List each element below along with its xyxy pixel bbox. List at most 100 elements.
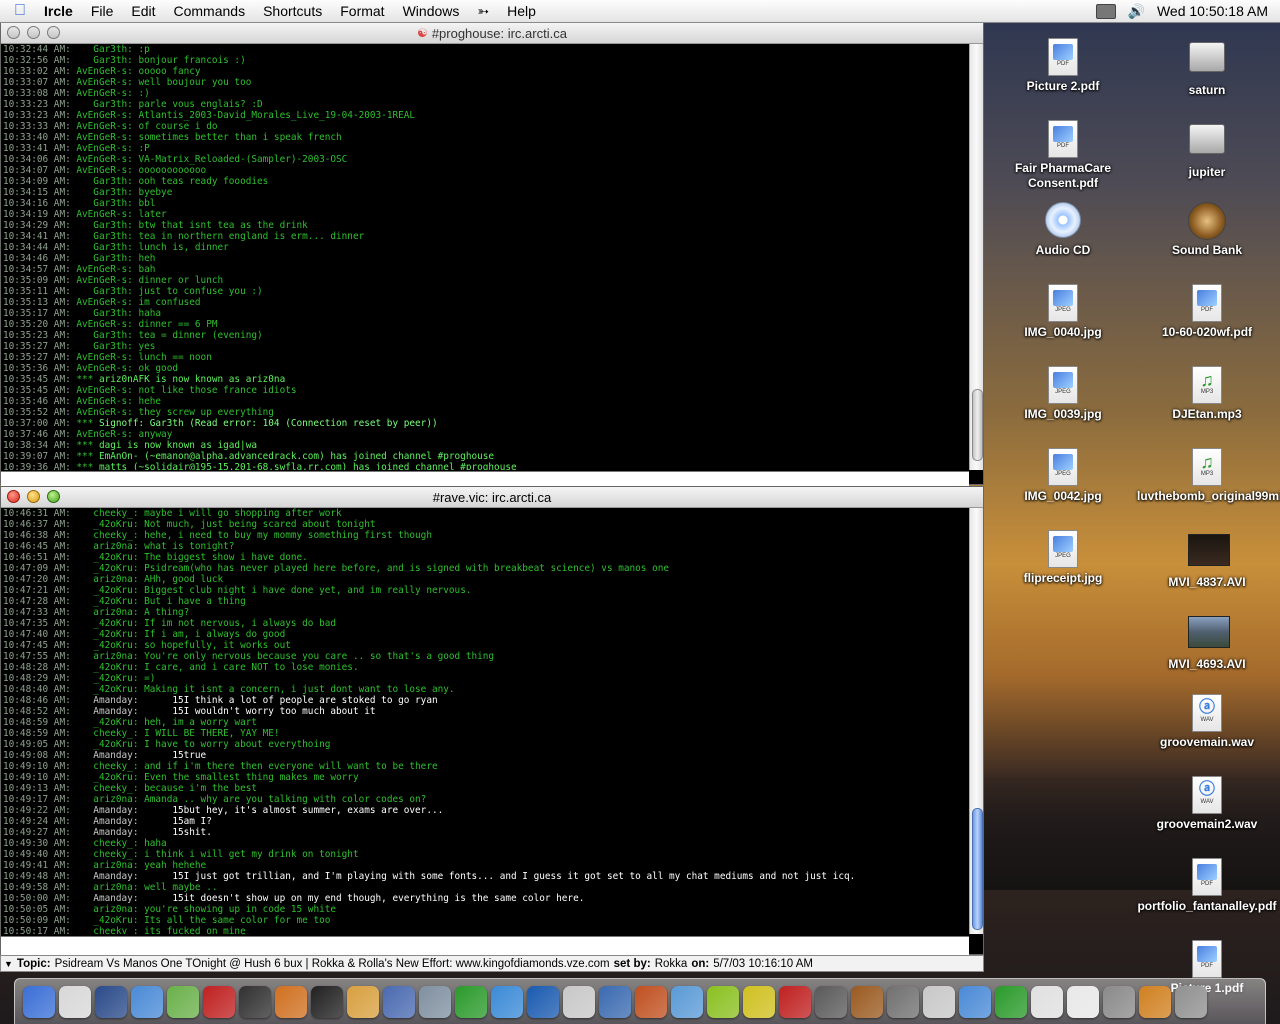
chat-nick[interactable]: ***	[76, 374, 93, 385]
desktop-icon-groovemain-wav[interactable]: ⓐ WAV groovemain.wav	[1137, 694, 1277, 750]
chat-nick[interactable]: _42oKru:	[76, 563, 138, 574]
minimize-button[interactable]	[27, 26, 40, 39]
desktop-icon-mvi-4693-avi[interactable]: MVI_4693.AVI	[1137, 612, 1277, 672]
message-input[interactable]	[1, 471, 969, 486]
chat-nick[interactable]: AvEnGeR-s:	[76, 165, 132, 176]
dock-app-icon[interactable]	[167, 985, 199, 1018]
chat-nick[interactable]: cheeky_:	[76, 508, 138, 519]
menu-format[interactable]: Format	[331, 3, 393, 19]
chat-nick[interactable]: AvEnGeR-s:	[76, 154, 132, 165]
chat-nick[interactable]: cheeky_:	[76, 783, 138, 794]
dock-app-icon[interactable]	[131, 985, 163, 1018]
close-button[interactable]	[7, 26, 20, 39]
dock-app-icon[interactable]	[203, 985, 235, 1018]
close-button[interactable]	[7, 490, 20, 503]
dock-app-icon[interactable]	[239, 985, 271, 1018]
minimize-button[interactable]	[27, 490, 40, 503]
dock-app-icon[interactable]	[383, 985, 415, 1018]
chat-nick[interactable]: _42oKru:	[76, 640, 138, 651]
chat-nick[interactable]: AvEnGeR-s:	[76, 110, 132, 121]
chat-nick[interactable]: cheeky_:	[76, 530, 138, 541]
chat-nick[interactable]: _42oKru:	[76, 717, 138, 728]
chat-nick[interactable]: ariz0na:	[76, 904, 138, 915]
dock-app-icon[interactable]	[923, 985, 955, 1018]
chat-nick[interactable]: Gar3th:	[76, 198, 133, 209]
chat-nick[interactable]: Amanday:	[76, 805, 138, 816]
chat-nick[interactable]: AvEnGeR-s:	[76, 407, 132, 418]
chat-nick[interactable]: Gar3th:	[76, 99, 133, 110]
chat-nick[interactable]: ***	[76, 440, 93, 451]
dock-app-icon[interactable]	[851, 985, 883, 1018]
apple-menu-icon[interactable]: 	[0, 2, 40, 20]
chat-nick[interactable]: Gar3th:	[76, 242, 133, 253]
dock-app-icon[interactable]	[1031, 985, 1063, 1018]
dock-app-icon[interactable]	[1067, 985, 1099, 1018]
chat-nick[interactable]: Gar3th:	[76, 220, 133, 231]
chat-log[interactable]: 10:46:31 AM: cheeky_: maybe i will go sh…	[1, 508, 969, 934]
chat-nick[interactable]: AvEnGeR-s:	[76, 319, 132, 330]
chat-nick[interactable]: Gar3th:	[76, 176, 133, 187]
chat-nick[interactable]: _42oKru:	[76, 585, 138, 596]
volume-icon[interactable]: 🔊	[1128, 3, 1145, 20]
chat-nick[interactable]: ***	[76, 451, 93, 462]
chat-nick[interactable]: cheeky_:	[76, 761, 138, 772]
desktop-icon-groovemain2-wav[interactable]: ⓐ WAV groovemain2.wav	[1137, 776, 1277, 832]
desktop-icon-10-60-020wf-pdf[interactable]: PDF 10-60-020wf.pdf	[1137, 284, 1277, 340]
desktop-icon-portfolio-fantanalley-pdf[interactable]: PDF portfolio_fantanalley.pdf	[1137, 858, 1277, 914]
chat-nick[interactable]: ariz0na:	[76, 651, 138, 662]
desktop-icon-flipreceipt-jpg[interactable]: JPEG flipreceipt.jpg	[993, 530, 1133, 586]
dock-app-icon[interactable]	[959, 985, 991, 1018]
chat-nick[interactable]: cheeky_:	[76, 926, 138, 934]
desktop-icon-img-0042-jpg[interactable]: JPEG IMG_0042.jpg	[993, 448, 1133, 504]
chat-nick[interactable]: Gar3th:	[76, 286, 133, 297]
chat-nick[interactable]: AvEnGeR-s:	[76, 385, 132, 396]
desktop-icon-audio-cd[interactable]: Audio CD	[993, 202, 1133, 258]
chat-nick[interactable]: _42oKru:	[76, 629, 138, 640]
chat-nick[interactable]: Amanday:	[76, 706, 138, 717]
chat-nick[interactable]: Gar3th:	[76, 341, 133, 352]
menu-help[interactable]: Help	[498, 3, 545, 19]
dock-app-icon[interactable]	[527, 985, 559, 1018]
desktop-icon-mvi-4837-avi[interactable]: MVI_4837.AVI	[1137, 530, 1277, 590]
dock-app-icon[interactable]	[1103, 985, 1135, 1018]
menu-windows[interactable]: Windows	[394, 3, 469, 19]
chat-nick[interactable]: Amanday:	[76, 827, 138, 838]
dock-app-icon[interactable]	[1175, 985, 1207, 1018]
chat-nick[interactable]: Amanday:	[76, 816, 138, 827]
dock-app-icon[interactable]	[599, 985, 631, 1018]
chat-nick[interactable]: _42oKru:	[76, 596, 138, 607]
chat-nick[interactable]: AvEnGeR-s:	[76, 77, 132, 88]
chat-nick[interactable]: AvEnGeR-s:	[76, 132, 132, 143]
disclosure-triangle-icon[interactable]: ▼	[4, 959, 13, 969]
chat-nick[interactable]: _42oKru:	[76, 772, 138, 783]
chat-nick[interactable]: Gar3th:	[76, 330, 133, 341]
chat-nick[interactable]: Gar3th:	[76, 231, 133, 242]
dock-app-icon[interactable]	[275, 985, 307, 1018]
dock-app-icon[interactable]	[743, 985, 775, 1018]
zoom-button[interactable]	[47, 26, 60, 39]
desktop-icon-saturn[interactable]: saturn	[1137, 38, 1277, 98]
chat-nick[interactable]: _42oKru:	[76, 915, 138, 926]
chat-nick[interactable]: Amanday:	[76, 871, 138, 882]
script-menu-icon[interactable]: ➳	[468, 3, 498, 20]
dock-app-icon[interactable]	[419, 985, 451, 1018]
chat-nick[interactable]: _42oKru:	[76, 519, 138, 530]
chat-log[interactable]: 10:32:44 AM: Gar3th: :p 10:32:56 AM: Gar3…	[1, 44, 969, 470]
chat-nick[interactable]: AvEnGeR-s:	[76, 363, 132, 374]
chat-nick[interactable]: _42oKru:	[76, 673, 138, 684]
chat-nick[interactable]: Gar3th:	[76, 55, 133, 66]
chat-nick[interactable]: ***	[76, 418, 93, 429]
chat-nick[interactable]: AvEnGeR-s:	[76, 396, 132, 407]
dock-app-icon[interactable]	[707, 985, 739, 1018]
desktop-icon-sound-bank[interactable]: Sound Bank	[1137, 202, 1277, 258]
desktop-icon-img-0039-jpg[interactable]: JPEG IMG_0039.jpg	[993, 366, 1133, 422]
chat-nick[interactable]: ariz0na:	[76, 607, 138, 618]
chat-nick[interactable]: AvEnGeR-s:	[76, 297, 132, 308]
zoom-button[interactable]	[47, 490, 60, 503]
dock-app-icon[interactable]	[779, 985, 811, 1018]
chat-nick[interactable]: Amanday:	[76, 750, 138, 761]
dock-app-icon[interactable]	[563, 985, 595, 1018]
chat-nick[interactable]: AvEnGeR-s:	[76, 352, 132, 363]
menu-edit[interactable]: Edit	[122, 3, 164, 19]
dock-app-icon[interactable]	[311, 985, 343, 1018]
